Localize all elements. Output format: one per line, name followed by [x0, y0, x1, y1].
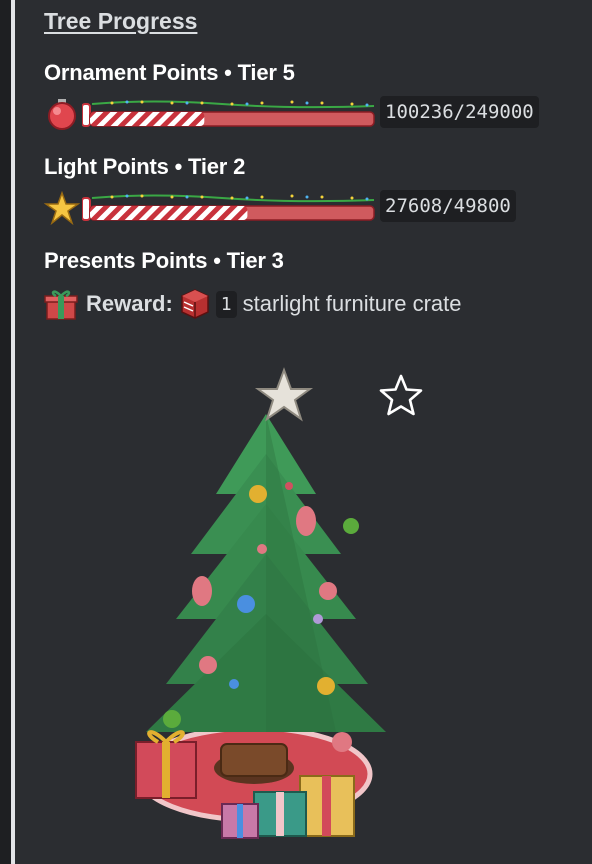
gift-icon: [44, 290, 78, 320]
embed-title[interactable]: Tree Progress: [44, 8, 197, 35]
crate-icon: [181, 289, 209, 319]
reward-quantity: 1: [215, 290, 237, 318]
reward-label: Reward:: [86, 291, 173, 316]
star-icon: [44, 191, 80, 225]
christmas-tree-image[interactable]: [96, 364, 396, 842]
presents-reward-row: Reward: 1 starlight furniture crate: [44, 286, 584, 322]
ornament-icon: [48, 99, 76, 130]
embed-accent-bar: [11, 0, 15, 864]
ornament-progress-bar: [82, 100, 375, 127]
star-outline-icon[interactable]: [378, 372, 424, 418]
light-progress-bar: [82, 194, 375, 221]
presents-heading: Presents Points • Tier 3: [44, 248, 284, 273]
ornament-points-counter: 100236/249000: [380, 96, 539, 128]
reward-item: starlight furniture crate: [242, 291, 462, 316]
ornament-progress-row: 100236/249000: [44, 96, 584, 132]
channel-gutter: [0, 0, 11, 864]
ornament-heading: Ornament Points • Tier 5: [44, 60, 295, 85]
light-heading: Light Points • Tier 2: [44, 154, 246, 179]
light-progress-row: 27608/49800: [44, 190, 584, 226]
light-points-counter: 27608/49800: [380, 190, 516, 222]
